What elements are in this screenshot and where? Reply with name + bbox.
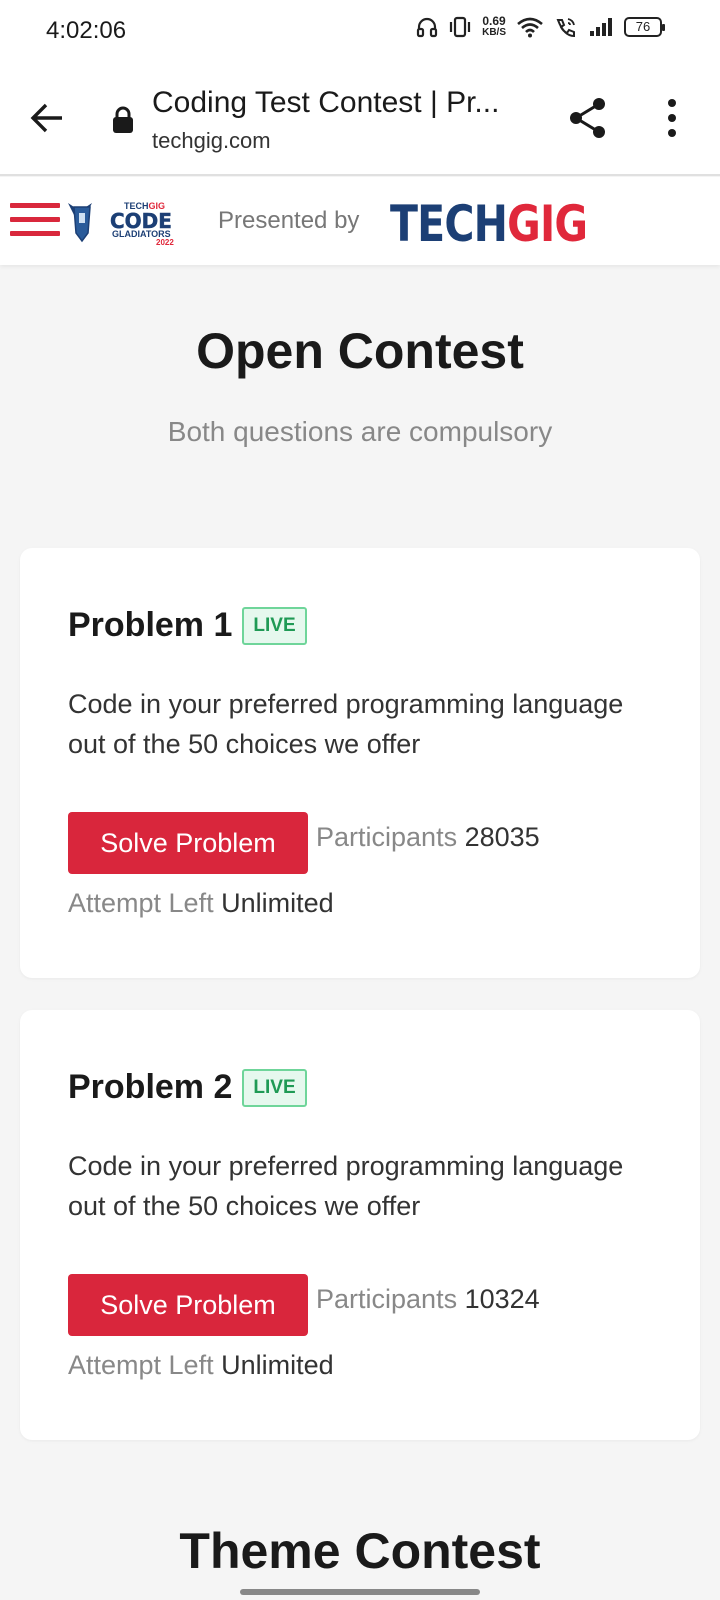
page-url[interactable]: techgig.com — [152, 128, 271, 154]
attempts-label: Attempt Left — [68, 888, 214, 918]
problem-header: Problem 2 LIVE — [68, 1068, 307, 1107]
live-badge: LIVE — [242, 606, 307, 645]
live-badge: LIVE — [242, 1068, 307, 1107]
battery-indicator: 76 — [624, 17, 665, 37]
solve-problem-button[interactable]: Solve Problem — [68, 1274, 308, 1336]
theme-contest-title: Theme Contest — [179, 1523, 541, 1579]
attempts-value: Unlimited — [221, 888, 334, 918]
menu-bar — [10, 217, 60, 222]
wifi-calling-icon — [554, 16, 578, 38]
network-speed: 0.69 KB/S — [482, 14, 506, 38]
participants-label: Participants — [316, 1284, 458, 1314]
techgig-logo[interactable]: TECHGIG — [390, 195, 588, 253]
problem-title: Problem 1 — [68, 606, 233, 644]
attempts-value: Unlimited — [221, 1350, 334, 1380]
home-indicator[interactable] — [240, 1589, 480, 1595]
attempts-info: Attempt Left Unlimited — [68, 1350, 334, 1381]
problem-description: Code in your preferred programming langu… — [68, 1151, 624, 1221]
problem-header: Problem 1 LIVE — [68, 606, 307, 645]
status-icons: 0.69 KB/S 76 — [416, 14, 665, 38]
lock-icon — [112, 106, 134, 139]
brand-tech: TECH — [390, 195, 508, 253]
participants-info: Participants 10324 — [316, 1284, 540, 1315]
share-icon — [570, 98, 605, 138]
attempts-info: Attempt Left Unlimited — [68, 888, 334, 919]
attempts-label: Attempt Left — [68, 1350, 214, 1380]
arrow-left-icon — [30, 103, 62, 133]
page-title[interactable]: Coding Test Contest | Pr... — [152, 86, 522, 120]
participants-info: Participants 28035 — [316, 822, 540, 853]
vibrate-icon — [448, 16, 472, 38]
open-contest-subtitle: Both questions are compulsory — [167, 416, 553, 447]
back-button[interactable] — [28, 98, 68, 138]
share-button[interactable] — [566, 96, 610, 140]
participants-count: 10324 — [464, 1284, 540, 1314]
menu-bar — [10, 231, 60, 236]
wifi-icon — [516, 16, 544, 38]
site-header: TECHGIG CODE GLADIATORS 2022 Presented b… — [0, 177, 720, 265]
problem-card: Problem 1 LIVE Code in your preferred pr… — [20, 548, 700, 978]
menu-button[interactable] — [10, 203, 60, 239]
status-time: 4:02:06 — [46, 17, 127, 44]
participants-count: 28035 — [464, 822, 540, 852]
problem-title: Problem 2 — [68, 1068, 233, 1106]
brand-gig: GIG — [507, 195, 588, 253]
problem-description: Code in your preferred programming langu… — [68, 689, 624, 759]
headphones-icon — [416, 16, 438, 38]
more-options-button[interactable] — [660, 96, 684, 140]
browser-toolbar: Coding Test Contest | Pr... techgig.com — [0, 64, 720, 176]
presented-by-label: Presented by — [218, 207, 360, 234]
svg-text:2022: 2022 — [156, 238, 174, 245]
signal-icon — [588, 16, 614, 38]
status-bar: 4:02:06 0.69 KB/S 76 — [0, 0, 720, 64]
participants-label: Participants — [316, 822, 458, 852]
open-contest-title: Open Contest — [196, 323, 524, 379]
code-gladiators-logo[interactable]: TECHGIG CODE GLADIATORS 2022 — [66, 199, 188, 247]
menu-bar — [10, 203, 60, 208]
solve-problem-button[interactable]: Solve Problem — [68, 812, 308, 874]
more-vert-icon — [668, 99, 676, 137]
problem-card: Problem 2 LIVE Code in your preferred pr… — [20, 1010, 700, 1440]
